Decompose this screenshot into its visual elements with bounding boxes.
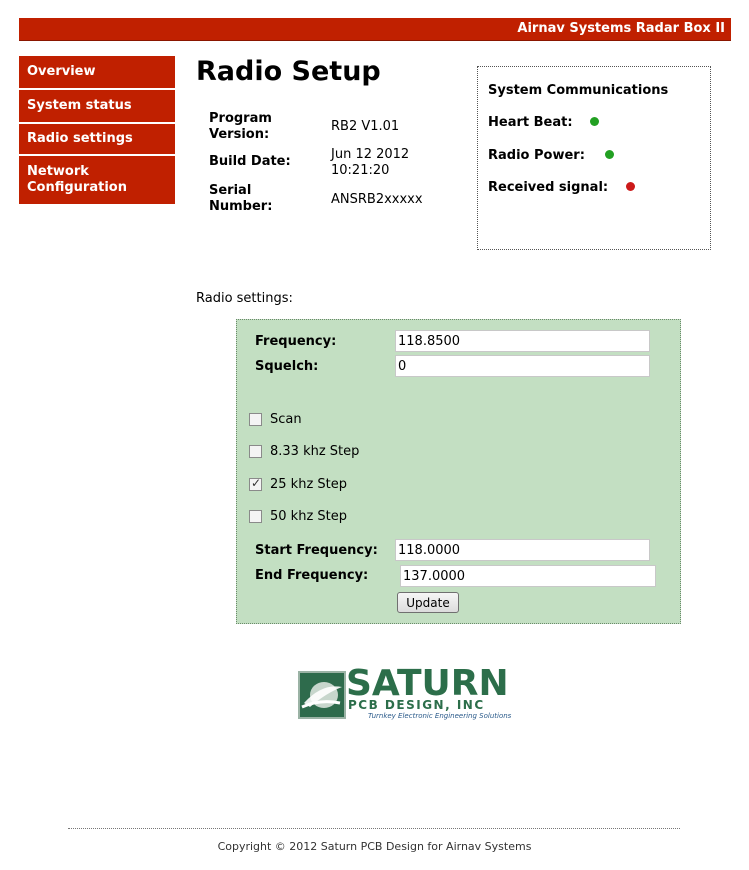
nav-item-radio-settings[interactable]: Radio settings: [19, 124, 175, 154]
build-date-label: Build Date:: [209, 154, 291, 169]
start-frequency-label: Start Frequency:: [255, 543, 378, 558]
squelch-label: Squelch:: [255, 359, 319, 374]
program-version-value: RB2 V1.01: [331, 119, 400, 134]
step-833-option: 8.33 khz Step: [249, 444, 359, 459]
header-title: Airnav Systems Radar Box II: [517, 21, 725, 36]
nav-item-label: Network Configuration: [27, 164, 127, 195]
header-bar: Airnav Systems Radar Box II: [19, 18, 731, 41]
saturn-planet-icon: [301, 682, 342, 709]
step-833-checkbox[interactable]: [249, 445, 262, 458]
nav-item-network-configuration[interactable]: Network Configuration: [19, 156, 175, 204]
system-communications-title: System Communications: [488, 83, 669, 98]
end-frequency-input[interactable]: [400, 565, 656, 587]
nav-item-overview[interactable]: Overview: [19, 56, 175, 88]
scan-option: Scan: [249, 412, 302, 427]
nav-item-label: System status: [27, 98, 132, 113]
radio-power-label: Radio Power:: [488, 148, 585, 163]
scan-label: Scan: [270, 412, 302, 427]
nav-item-system-status[interactable]: System status: [19, 90, 175, 122]
page: Airnav Systems Radar Box II Overview Sys…: [0, 0, 749, 870]
step-50-option: 50 khz Step: [249, 509, 347, 524]
start-frequency-input[interactable]: [395, 539, 650, 561]
serial-number-label: Serial Number:: [209, 183, 273, 214]
program-version-label: Program Version:: [209, 111, 272, 142]
frequency-label: Frequency:: [255, 334, 337, 349]
step-50-checkbox[interactable]: [249, 510, 262, 523]
system-communications-box: System Communications Heart Beat: Radio …: [477, 66, 711, 250]
nav-item-label: Radio settings: [27, 131, 133, 146]
frequency-input[interactable]: [395, 330, 650, 352]
end-frequency-label: End Frequency:: [255, 568, 369, 583]
radio-settings-heading: Radio settings:: [196, 291, 293, 306]
step-833-label: 8.33 khz Step: [270, 444, 360, 459]
step-25-checkbox[interactable]: [249, 476, 262, 491]
nav-item-label: Overview: [27, 64, 96, 79]
received-signal-status-indicator: [626, 182, 635, 191]
radio-settings-panel: Frequency: Squelch: Scan 8.33 khz Step 2…: [236, 319, 681, 624]
step-25-option: 25 khz Step: [249, 476, 347, 492]
step-50-label: 50 khz Step: [270, 509, 347, 524]
heartbeat-label: Heart Beat:: [488, 115, 573, 130]
footer-divider: [68, 828, 680, 829]
build-date-value: Jun 12 2012 10:21:20: [331, 147, 410, 178]
page-title: Radio Setup: [196, 56, 381, 87]
saturn-logo-icon: [298, 671, 346, 719]
logo-subtitle: PCB DESIGN, INC: [348, 698, 485, 712]
saturn-logo: SATURN PCB DESIGN, INC Turnkey Electroni…: [298, 665, 520, 720]
scan-checkbox[interactable]: [249, 413, 262, 426]
received-signal-label: Received signal:: [488, 180, 609, 195]
step-25-label: 25 khz Step: [270, 477, 347, 492]
heartbeat-status-indicator: [590, 117, 599, 126]
radio-power-status-indicator: [605, 150, 614, 159]
serial-number-value: ANSRB2xxxxx: [331, 192, 423, 207]
logo-tagline: Turnkey Electronic Engineering Solutions: [368, 712, 512, 720]
squelch-input[interactable]: [395, 355, 650, 377]
update-button[interactable]: Update: [397, 592, 459, 613]
footer-copyright: Copyright © 2012 Saturn PCB Design for A…: [217, 840, 532, 853]
